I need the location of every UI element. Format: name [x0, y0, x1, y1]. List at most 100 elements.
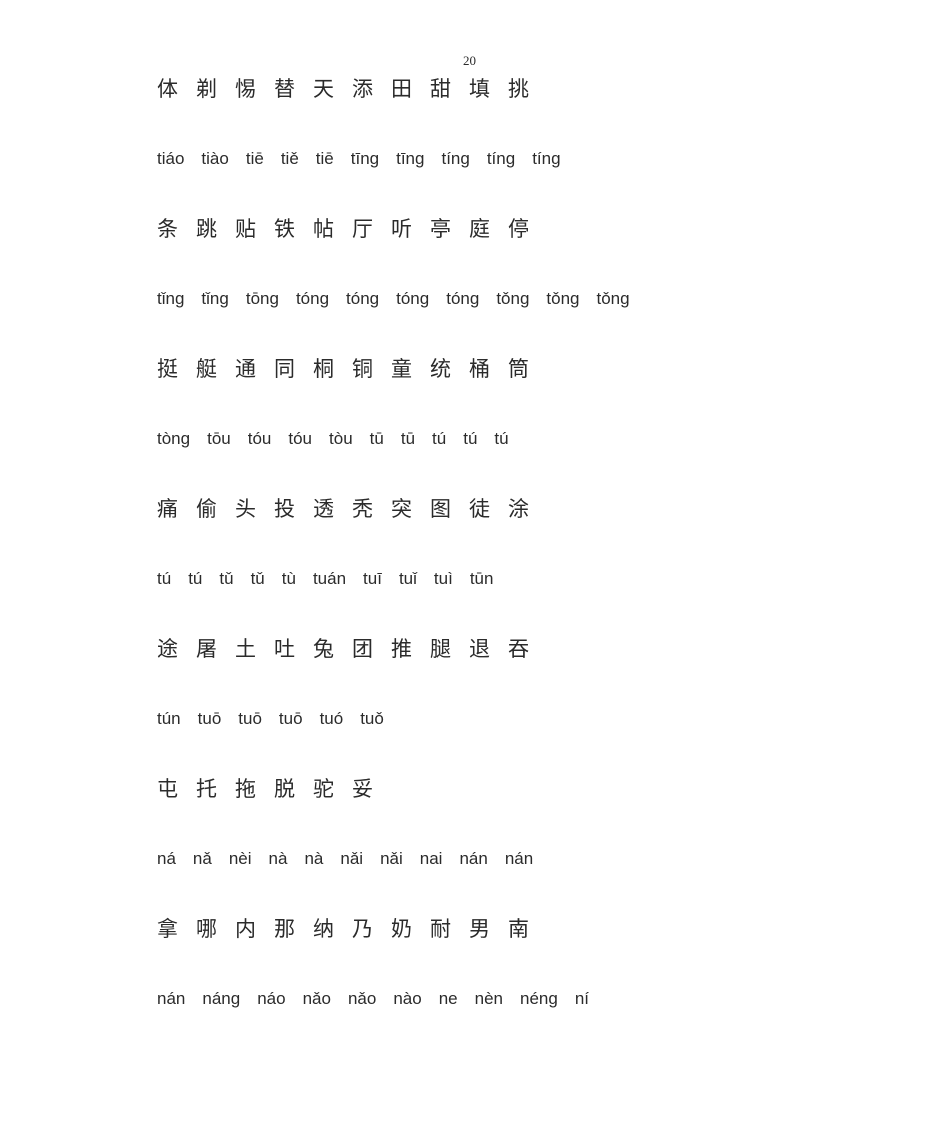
hanzi-character: 南: [508, 917, 529, 941]
pinyin-syllable: tuō: [278, 709, 303, 728]
hanzi-row: 拿哪内那纳乃奶耐男南: [157, 910, 857, 980]
pinyin-row: tún tuō tuō tuō tuó tuǒ: [157, 700, 857, 770]
pinyin-syllable: tīng: [350, 149, 380, 168]
hanzi-character: 剃: [196, 77, 217, 101]
hanzi-character: 填: [469, 77, 490, 101]
pinyin-syllable: tóu: [288, 429, 313, 448]
pinyin-syllable: tóng: [396, 289, 430, 308]
hanzi-character: 秃: [352, 497, 373, 521]
hanzi-character: 庭: [469, 217, 490, 241]
hanzi-character: 耐: [430, 917, 451, 941]
pinyin-syllable: tíng: [532, 149, 561, 168]
hanzi-row: 条跳贴铁帖厅听亭庭停: [157, 210, 857, 280]
pinyin-syllable: tiào: [201, 149, 229, 168]
hanzi-character: 同: [274, 357, 295, 381]
hanzi-character: 拖: [235, 777, 256, 801]
hanzi-character: 童: [391, 357, 412, 381]
hanzi-row: 途屠土吐兔团推腿退吞: [157, 630, 857, 700]
hanzi-character: 艇: [196, 357, 217, 381]
hanzi-character: 甜: [430, 77, 451, 101]
pinyin-syllable: tuī: [363, 569, 382, 588]
pinyin-syllable: tún: [157, 709, 181, 728]
hanzi-character: 挑: [508, 77, 529, 101]
pinyin-syllable: ní: [574, 989, 590, 1008]
pinyin-syllable: nèn: [474, 989, 503, 1008]
hanzi-row: 体剃惕替天添田甜填挑: [157, 70, 857, 140]
pinyin-syllable: tǐng: [201, 289, 229, 308]
pinyin-syllable: tǒng: [546, 289, 580, 308]
hanzi-character: 乃: [352, 917, 373, 941]
pinyin-syllable: tú: [432, 429, 447, 448]
pinyin-syllable: nǎo: [302, 989, 331, 1008]
hanzi-character: 痛: [157, 497, 178, 521]
hanzi-character: 桶: [469, 357, 490, 381]
hanzi-character: 条: [157, 217, 178, 241]
hanzi-character: 吐: [274, 637, 295, 661]
hanzi-character: 内: [235, 917, 256, 941]
hanzi-character: 拿: [157, 917, 178, 941]
pinyin-syllable: náo: [257, 989, 286, 1008]
page-number: 20: [463, 53, 476, 68]
hanzi-character: 纳: [313, 917, 334, 941]
pinyin-syllable: tiě: [280, 149, 299, 168]
hanzi-character: 屯: [157, 777, 178, 801]
pinyin-syllable: tù: [281, 569, 296, 588]
vocabulary-list: 体剃惕替天添田甜填挑 tiáo tiào tiē tiě tiē tīng tīng tíng t…: [157, 70, 857, 1050]
hanzi-character: 跳: [196, 217, 217, 241]
pinyin-syllable: ná: [157, 849, 176, 868]
pinyin-syllable: nǎi: [380, 849, 403, 868]
pinyin-syllable: tóng: [446, 289, 480, 308]
hanzi-character: 亭: [430, 217, 451, 241]
pinyin-row: ná nǎ nèi nà nà nǎi nǎi nai nán nán: [157, 840, 857, 910]
pinyin-syllable: tóu: [247, 429, 272, 448]
hanzi-character: 通: [235, 357, 256, 381]
hanzi-character: 徒: [469, 497, 490, 521]
pinyin-syllable: nà: [304, 849, 324, 868]
hanzi-character: 田: [391, 77, 412, 101]
pinyin-syllable: tūn: [469, 569, 494, 588]
hanzi-character: 哪: [196, 917, 217, 941]
pinyin-syllable: nèi: [228, 849, 252, 868]
pinyin-syllable: tíng: [486, 149, 516, 168]
pinyin-syllable: tú: [463, 429, 478, 448]
pinyin-syllable: tuì: [433, 569, 453, 588]
hanzi-character: 兔: [313, 637, 334, 661]
hanzi-character: 铁: [274, 217, 295, 241]
pinyin-syllable: nán: [504, 849, 534, 868]
pinyin-syllable: tuǒ: [360, 709, 384, 728]
pinyin-syllable: tòu: [329, 429, 353, 448]
pinyin-syllable: tuō: [238, 709, 262, 728]
pinyin-syllable: tóng: [346, 289, 380, 308]
pinyin-syllable: nào: [393, 989, 422, 1008]
pinyin-syllable: tǐng: [157, 289, 185, 308]
pinyin-syllable: tú: [157, 569, 172, 588]
hanzi-character: 奶: [391, 917, 412, 941]
hanzi-character: 突: [391, 497, 412, 521]
hanzi-character: 透: [313, 497, 334, 521]
hanzi-character: 妥: [352, 777, 373, 801]
hanzi-character: 天: [313, 77, 334, 101]
pinyin-syllable: tiē: [245, 149, 264, 168]
pinyin-syllable: náng: [202, 989, 241, 1008]
pinyin-syllable: tú: [494, 429, 509, 448]
pinyin-syllable: tuō: [197, 709, 222, 728]
pinyin-syllable: tǒng: [496, 289, 530, 308]
hanzi-character: 挺: [157, 357, 178, 381]
pinyin-syllable: tōng: [245, 289, 279, 308]
pinyin-syllable: nà: [268, 849, 288, 868]
pinyin-row: tiáo tiào tiē tiě tiē tīng tīng tíng tíng tíng: [157, 140, 857, 210]
hanzi-character: 头: [235, 497, 256, 521]
hanzi-character: 图: [430, 497, 451, 521]
hanzi-character: 听: [391, 217, 412, 241]
hanzi-character: 偷: [196, 497, 217, 521]
hanzi-character: 替: [274, 77, 295, 101]
hanzi-character: 筒: [508, 357, 529, 381]
hanzi-character: 途: [157, 637, 178, 661]
hanzi-character: 惕: [235, 77, 256, 101]
hanzi-character: 吞: [508, 637, 529, 661]
hanzi-character: 体: [157, 77, 178, 101]
hanzi-character: 那: [274, 917, 295, 941]
pinyin-syllable: tū: [400, 429, 416, 448]
hanzi-character: 停: [508, 217, 529, 241]
pinyin-syllable: nǎo: [347, 989, 377, 1008]
